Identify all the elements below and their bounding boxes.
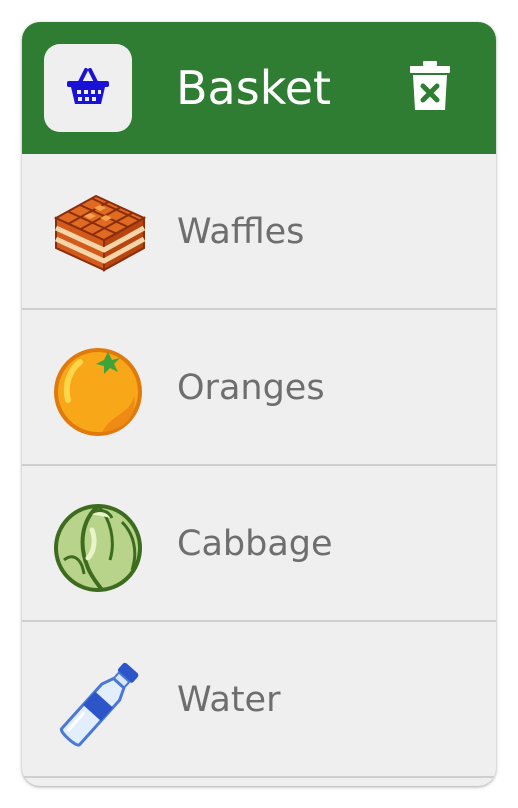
orange-icon	[52, 344, 148, 440]
list-item-waffles[interactable]: Waffles	[22, 154, 496, 310]
basket-card: Basket Waffles Oranges Cabbage Water	[22, 22, 496, 786]
shopping-basket-icon	[64, 66, 112, 111]
list-item-oranges[interactable]: Oranges	[22, 310, 496, 466]
item-label: Waffles	[177, 212, 305, 252]
basket-icon-tile[interactable]	[44, 44, 132, 132]
waffles-icon	[52, 188, 148, 284]
item-label: Water	[177, 680, 281, 720]
basket-item-list: Waffles Oranges Cabbage Water	[22, 154, 496, 778]
list-item-water[interactable]: Water	[22, 622, 496, 778]
list-item-cabbage[interactable]: Cabbage	[22, 466, 496, 622]
delete-basket-button[interactable]	[402, 60, 458, 116]
cabbage-icon	[52, 500, 148, 596]
item-label: Oranges	[177, 368, 325, 408]
item-label: Cabbage	[177, 524, 333, 564]
water-bottle-icon	[52, 656, 148, 752]
page-title: Basket	[176, 61, 332, 115]
basket-header: Basket	[22, 22, 496, 154]
delete-basket-icon	[410, 60, 450, 116]
